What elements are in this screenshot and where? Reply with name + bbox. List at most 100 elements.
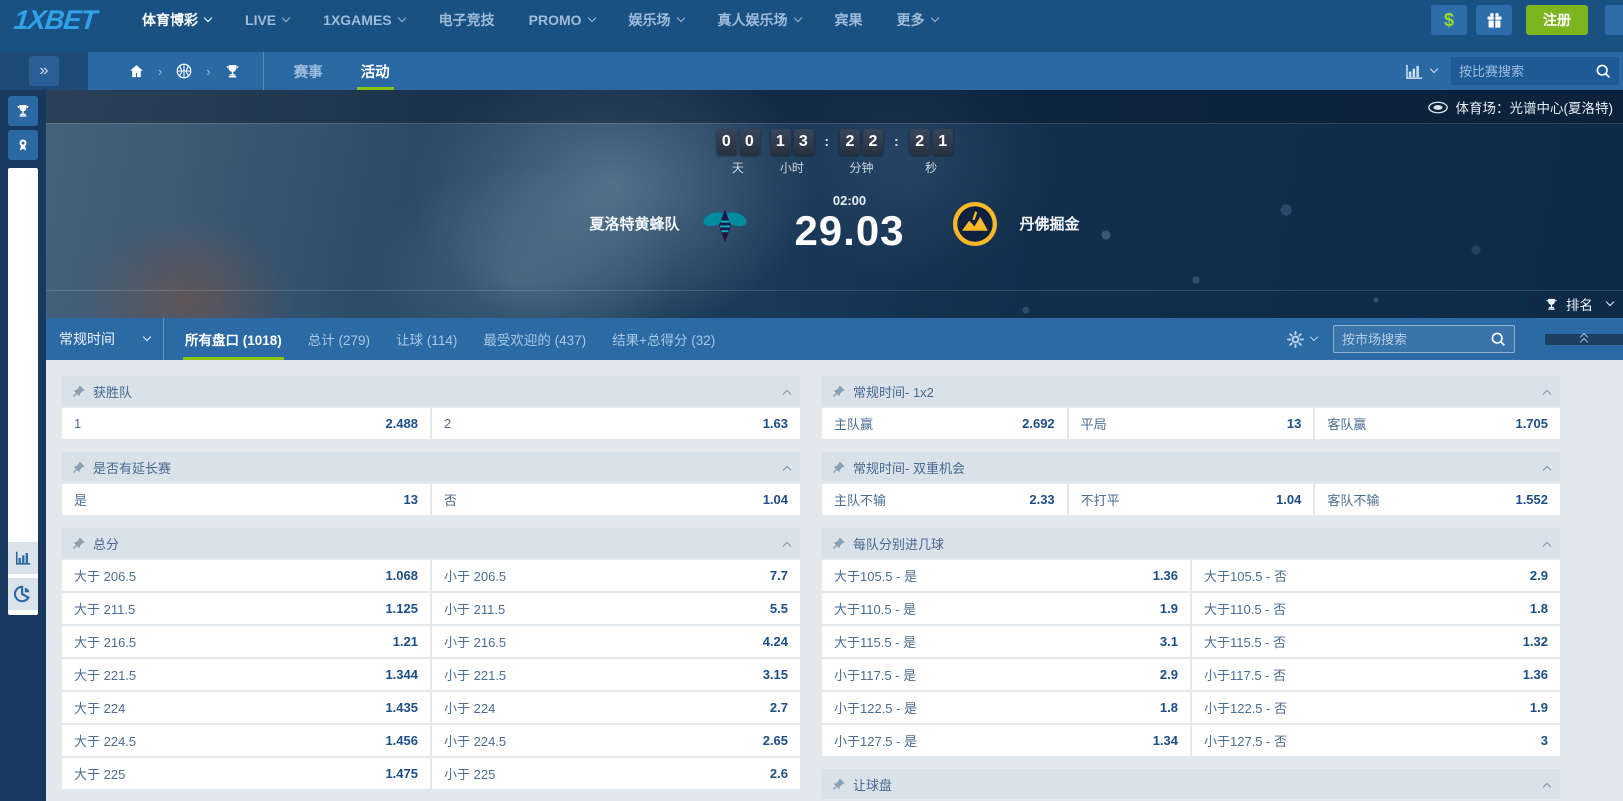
nav-item-5[interactable]: 娱乐场 <box>629 10 684 30</box>
market-tab-2[interactable]: 让球 (114) <box>383 318 470 360</box>
nav-item-0[interactable]: 体育博彩 <box>142 10 211 30</box>
odds-cell[interactable]: 小于117.5 - 否1.36 <box>1192 659 1560 690</box>
sidebar-favorites-button[interactable] <box>8 130 38 160</box>
market-tab-4[interactable]: 结果+总得分 (32) <box>599 318 728 360</box>
market-header[interactable]: 常规时间- 双重机会 <box>822 452 1560 482</box>
statistics-tile[interactable] <box>8 542 38 574</box>
odds-cell[interactable]: 是13 <box>62 484 430 515</box>
odds-cell[interactable]: 大于110.5 - 是1.9 <box>822 593 1190 624</box>
odds-cell[interactable]: 客队赢1.705 <box>1315 408 1560 439</box>
odds-cell[interactable]: 主队不输2.33 <box>822 484 1067 515</box>
odds-cell[interactable]: 大于 2251.475 <box>62 758 430 789</box>
search-icon[interactable] <box>1595 63 1611 79</box>
expand-sidebar-button[interactable]: » <box>29 56 59 86</box>
market-collapse-chevron[interactable] <box>1537 458 1550 476</box>
odds-cell[interactable]: 小于 216.54.24 <box>432 626 800 657</box>
odds-cell[interactable]: 21.63 <box>432 408 800 439</box>
market-collapse-chevron[interactable] <box>1537 775 1550 793</box>
nav-item-2[interactable]: 1XGAMES <box>323 12 404 28</box>
odds-cell[interactable]: 大于 224.51.456 <box>62 725 430 756</box>
odds-label: 大于110.5 - 否 <box>1204 599 1286 618</box>
market-header[interactable]: 让球盘 <box>822 769 1560 799</box>
payments-button[interactable]: $ <box>1431 5 1467 35</box>
pin-icon <box>832 461 845 474</box>
market-collapse-chevron[interactable] <box>1537 382 1550 400</box>
odds-value: 3 <box>1541 733 1548 748</box>
market-collapse-chevron[interactable] <box>777 382 790 400</box>
nav-item-8[interactable]: 更多 <box>897 10 938 30</box>
odds-cell[interactable]: 小于122.5 - 是1.8 <box>822 692 1190 723</box>
market-tab-3[interactable]: 最受欢迎的 (437) <box>470 318 599 360</box>
login-button-partial[interactable] <box>1605 5 1623 35</box>
odds-cell[interactable]: 小于 211.55.5 <box>432 593 800 624</box>
stadium-label: 体育场：光谱中心(夏洛特) <box>1456 97 1614 117</box>
odds-cell[interactable]: 小于117.5 - 是2.9 <box>822 659 1190 690</box>
register-button[interactable]: 注册 <box>1526 5 1588 35</box>
odds-cell[interactable]: 大于 221.51.344 <box>62 659 430 690</box>
basketball-icon[interactable] <box>175 62 193 80</box>
subnav-tabs: 赛事活动 <box>282 52 402 90</box>
brand-logo[interactable]: 1XBET <box>12 5 97 36</box>
odds-cell[interactable]: 大于105.5 - 否2.9 <box>1192 560 1560 591</box>
game-search-input[interactable] <box>1459 64 1595 79</box>
odds-cell[interactable]: 大于 211.51.125 <box>62 593 430 624</box>
market-header[interactable]: 每队分别进几球 <box>822 528 1560 558</box>
odds-cell[interactable]: 大于 206.51.068 <box>62 560 430 591</box>
nav-item-6[interactable]: 真人娱乐场 <box>718 10 801 30</box>
sidebar-sports-button[interactable] <box>8 96 38 126</box>
market-header[interactable]: 常规时间- 1x2 <box>822 376 1560 406</box>
odds-cell[interactable]: 平局13 <box>1069 408 1314 439</box>
countdown-digits: 13 <box>770 129 813 155</box>
countdown-digits: 21 <box>910 129 953 155</box>
market-collapse-chevron[interactable] <box>777 534 790 552</box>
nav-item-3[interactable]: 电子竞技 <box>439 10 495 30</box>
subnav-tab-0[interactable]: 赛事 <box>282 52 335 90</box>
odds-cell[interactable]: 小于 2252.6 <box>432 758 800 789</box>
market-collapse-chevron[interactable] <box>777 458 790 476</box>
odds-value: 1.21 <box>393 634 418 649</box>
odds-cell[interactable]: 小于 2242.7 <box>432 692 800 723</box>
odds-cell[interactable]: 大于115.5 - 否1.32 <box>1192 626 1560 657</box>
odds-cell[interactable]: 大于115.5 - 是3.1 <box>822 626 1190 657</box>
nav-item-7[interactable]: 宾果 <box>835 10 863 30</box>
market-tab-0[interactable]: 所有盘口 (1018) <box>172 318 295 360</box>
odds-cell[interactable]: 否1.04 <box>432 484 800 515</box>
odds-cell[interactable]: 小于127.5 - 否3 <box>1192 725 1560 756</box>
odds-cell[interactable]: 小于127.5 - 是1.34 <box>822 725 1190 756</box>
odds-cell[interactable]: 不打平1.04 <box>1069 484 1314 515</box>
nav-item-4[interactable]: PROMO <box>529 12 595 28</box>
collapse-all-button[interactable] <box>1545 334 1623 345</box>
statistics-toggle[interactable] <box>1405 63 1437 80</box>
results-tile[interactable] <box>8 578 38 610</box>
odds-cell[interactable]: 客队不输1.552 <box>1315 484 1560 515</box>
search-icon[interactable] <box>1490 331 1506 347</box>
market-search-input[interactable] <box>1342 332 1490 347</box>
odds-cell[interactable]: 小于 206.57.7 <box>432 560 800 591</box>
bar-chart-icon <box>14 550 32 566</box>
market-tab-1[interactable]: 总计 (279) <box>295 318 383 360</box>
odds-cell[interactable]: 大于110.5 - 否1.8 <box>1192 593 1560 624</box>
settings-toggle[interactable] <box>1287 331 1317 348</box>
odds-label: 不打平 <box>1081 490 1120 509</box>
market-header[interactable]: 获胜队 <box>62 376 800 406</box>
trophy-icon[interactable] <box>224 63 241 80</box>
market-row: 小于122.5 - 是1.8小于122.5 - 否1.9 <box>822 692 1560 723</box>
odds-cell[interactable]: 小于 221.53.15 <box>432 659 800 690</box>
market-collapse-chevron[interactable] <box>1537 534 1550 552</box>
market-header[interactable]: 是否有延长赛 <box>62 452 800 482</box>
promo-gift-button[interactable] <box>1476 5 1512 35</box>
market-header[interactable]: 总分 <box>62 528 800 558</box>
subnav-tab-1[interactable]: 活动 <box>349 52 402 90</box>
period-dropdown[interactable]: 常规时间 <box>46 318 164 360</box>
odds-cell[interactable]: 12.488 <box>62 408 430 439</box>
nav-item-1[interactable]: LIVE <box>245 12 289 28</box>
odds-cell[interactable]: 主队赢2.692 <box>822 408 1067 439</box>
odds-cell[interactable]: 大于 216.51.21 <box>62 626 430 657</box>
ranking-toggle[interactable]: 排名 <box>1544 294 1613 314</box>
countdown-unit-label: 分钟 <box>849 159 873 176</box>
odds-cell[interactable]: 小于 224.52.65 <box>432 725 800 756</box>
odds-cell[interactable]: 大于 2241.435 <box>62 692 430 723</box>
home-icon[interactable] <box>128 63 145 80</box>
odds-cell[interactable]: 小于122.5 - 否1.9 <box>1192 692 1560 723</box>
odds-cell[interactable]: 大于105.5 - 是1.36 <box>822 560 1190 591</box>
